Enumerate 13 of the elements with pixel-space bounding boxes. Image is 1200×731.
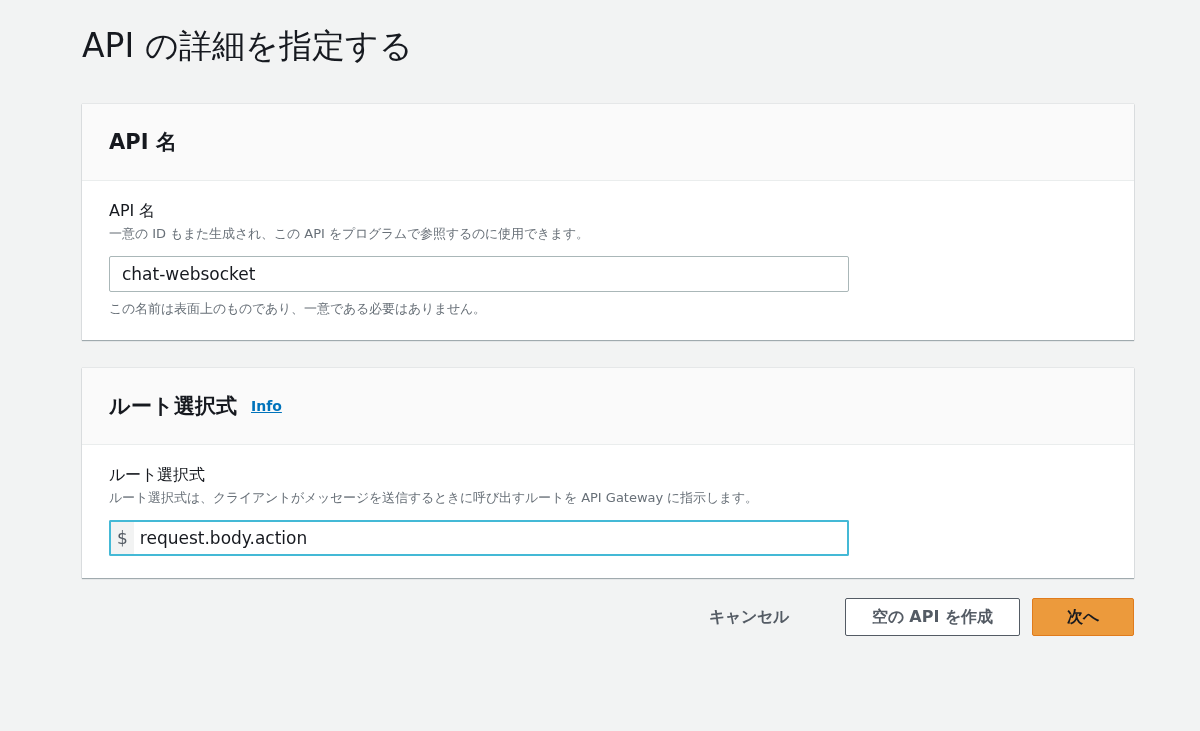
next-button[interactable]: 次へ bbox=[1032, 598, 1134, 636]
input-field[interactable]: chat-websocket bbox=[109, 256, 849, 292]
create-button[interactable]: 空の API を作成 bbox=[844, 598, 1020, 636]
panel-title: ルート選択式 bbox=[109, 393, 237, 420]
cancel-button[interactable]: キャンセル bbox=[682, 598, 815, 636]
field-description: ルート選択式は、クライアントがメッセージを送信するときに呼び出すルートを API Gateway に指示します。 bbox=[109, 489, 760, 507]
field-hint: この名前は表面上のものであり、一意である必要はありません。 bbox=[109, 300, 487, 318]
field-description: 一意の ID もまた生成され、この API をプログラムで参照するのに使用できます。 bbox=[109, 225, 590, 243]
page-title: API の詳細を指定する bbox=[82, 25, 413, 67]
field-label: ルート選択式 bbox=[109, 465, 206, 486]
panel-title: API 名 bbox=[109, 129, 177, 156]
info-link[interactable]: Info bbox=[251, 398, 282, 414]
field-label: API 名 bbox=[109, 201, 157, 222]
